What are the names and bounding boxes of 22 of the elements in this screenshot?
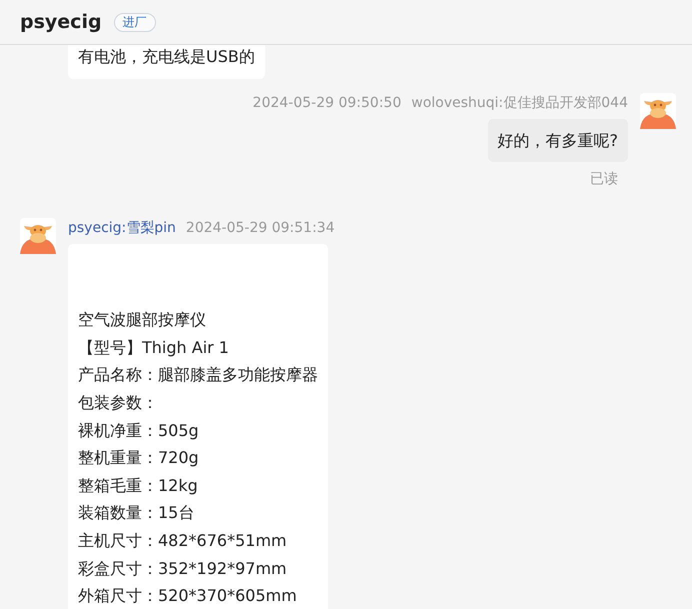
message-text: 整机重量：720g (78, 447, 200, 470)
tag: 进厂 (114, 12, 156, 32)
message-text: 产品名称：腿部膝盖多功能按摩器 (78, 364, 318, 386)
message-text: 彩盒尺寸：352*192*97mm (78, 558, 288, 580)
sender-name: woloveshuqi:促佳搜品开发部044 (411, 94, 628, 113)
cow-avatar-icon (640, 92, 676, 129)
message-text: 【型号】Thigh Air 1 (78, 336, 230, 359)
message-time: 2024-05-29 09:50:50 (252, 94, 402, 113)
sender-name: psyecig:雪梨pin (68, 219, 176, 238)
message-text: 有电池，充电线是USB的 (78, 46, 255, 68)
message-text: 外箱尺寸：520*370*605mm (78, 585, 298, 608)
message-time: 2024-05-29 09:51:34 (186, 219, 335, 238)
message-text: 好的，有多重呢? (498, 130, 618, 152)
cow-avatar-icon (20, 218, 56, 254)
message-text: 主机尺寸：482*676*51mm (78, 530, 288, 552)
message-text: 整箱毛重：12kg (78, 474, 199, 497)
chat-title: psyecig (20, 11, 102, 33)
message-text: 包装参数： (78, 392, 159, 414)
message-text: 空气波腿部按摩仪 (78, 309, 207, 332)
message-text: 裸机净重：505g (78, 420, 200, 442)
message-text: 装箱数量：15台 (78, 502, 196, 524)
read-status: 已读 (590, 170, 618, 188)
